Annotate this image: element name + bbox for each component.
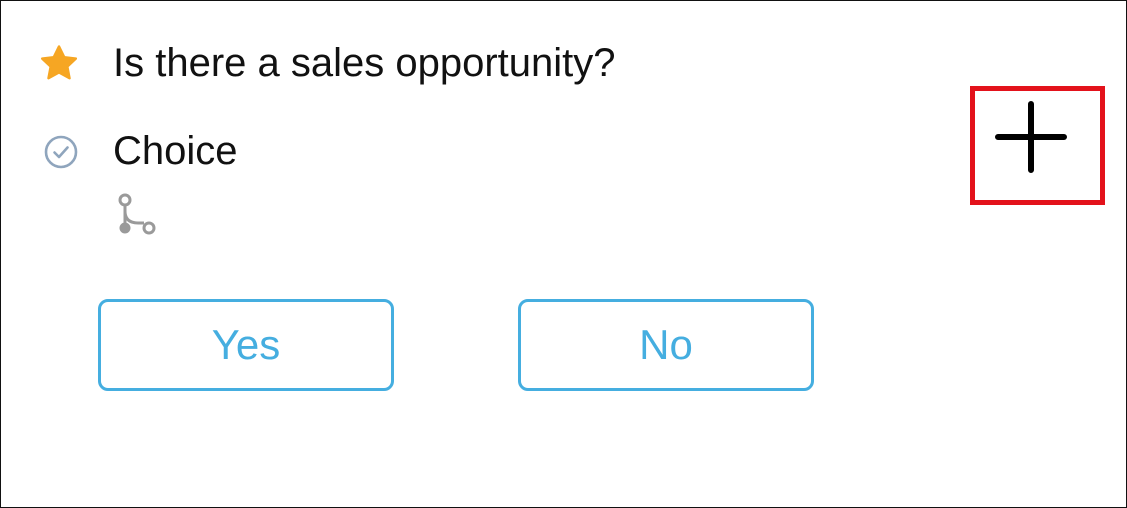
question-row: Is there a sales opportunity? <box>39 37 616 89</box>
choice-label: Choice <box>113 129 238 173</box>
branch-icon <box>113 191 161 239</box>
question-title: Is there a sales opportunity? <box>113 41 616 85</box>
plus-icon <box>994 100 1068 179</box>
check-circle-icon <box>41 132 81 172</box>
star-icon <box>39 43 79 83</box>
question-card: Is there a sales opportunity? Choice Yes… <box>0 0 1127 508</box>
no-button[interactable]: No <box>518 299 814 391</box>
yes-button[interactable]: Yes <box>98 299 394 391</box>
add-button[interactable] <box>994 100 1068 179</box>
